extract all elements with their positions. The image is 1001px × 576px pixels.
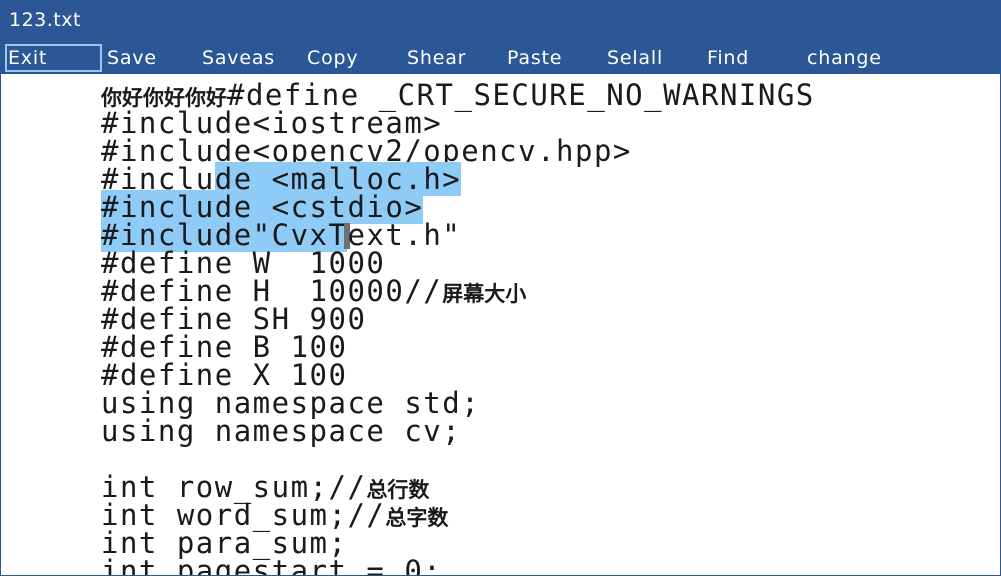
menu-bar: Exit Save Saveas Copy Shear Paste Selall… (1, 40, 1001, 74)
code-line-3: #include<opencv2/opencv.hpp> (101, 134, 632, 168)
menu-save[interactable]: Save (107, 44, 157, 72)
text-editor-area[interactable]: 你好你好你好#define _CRT_SECURE_NO_WARNINGS #i… (1, 74, 1000, 575)
code-line-17: int para_sum; (101, 526, 348, 560)
code-line-11: #define X 100 (101, 358, 348, 392)
cjk-comment: 总字数 (385, 506, 449, 530)
code-line-18: int pagestart = 0; (101, 554, 443, 576)
menu-copy[interactable]: Copy (307, 44, 358, 72)
window-title: 123.txt (9, 9, 81, 31)
menu-shear[interactable]: Shear (407, 44, 466, 72)
title-bar: 123.txt (1, 0, 1001, 40)
code-line-4: #include <malloc.h> (101, 162, 462, 196)
menu-find[interactable]: Find (707, 44, 749, 72)
code-line-2: #include<iostream> (101, 106, 443, 140)
code-line-10: #define B 100 (101, 330, 348, 364)
menu-change[interactable]: change (807, 44, 882, 72)
cjk-comment: 屏幕大小 (442, 282, 527, 306)
code-line-13: using namespace cv; (101, 414, 462, 448)
code-line-5: #include <cstdio> (101, 190, 424, 224)
code-line-6: #include"CvxText.h" (101, 218, 461, 252)
code-line-7: #define W 1000 (101, 246, 386, 280)
editor-window: 123.txt Exit Save Saveas Copy Shear Past… (0, 0, 1001, 576)
code-line-12: using namespace std; (101, 386, 481, 420)
menu-exit[interactable]: Exit (5, 44, 102, 72)
code-line-1: 你好你好你好#define _CRT_SECURE_NO_WARNINGS (101, 81, 815, 111)
code-line-15: int row_sum;//总行数 (101, 473, 429, 503)
menu-selall[interactable]: Selall (607, 44, 663, 72)
code-line-9: #define SH 900 (101, 302, 367, 336)
code-line-16: int word_sum;//总字数 (101, 501, 449, 531)
code-line-8: #define H 10000//屏幕大小 (101, 277, 527, 307)
menu-saveas[interactable]: Saveas (202, 44, 275, 72)
menu-paste[interactable]: Paste (507, 44, 562, 72)
